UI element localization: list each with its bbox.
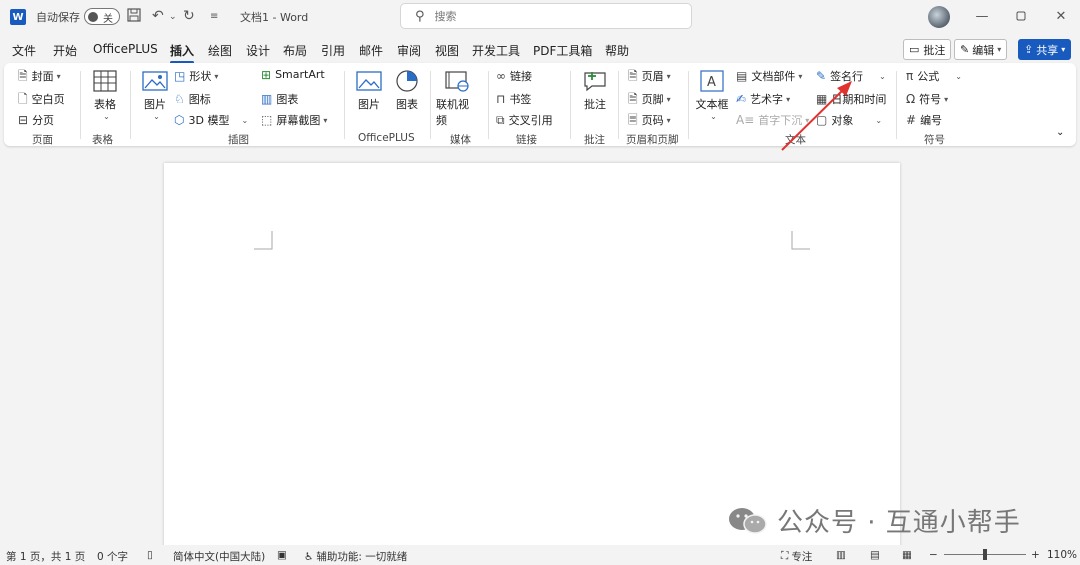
zoom-out-icon[interactable]: − — [929, 549, 938, 561]
zoom-level[interactable]: 110% — [1047, 549, 1077, 561]
focus-icon: ⛶ — [781, 550, 789, 562]
print-layout-icon[interactable]: ▤ — [870, 549, 880, 561]
prediction-icon[interactable]: ▣ — [277, 549, 287, 561]
focus-mode-button[interactable]: ⛶ 专注 — [781, 549, 812, 564]
word-count[interactable]: 0 个字 — [97, 549, 128, 564]
read-mode-icon[interactable]: ▥ — [836, 549, 846, 561]
accessibility-icon: ♿ — [304, 550, 314, 563]
status-bar: 第 1 页，共 1 页 0 个字 ▯ 简体中文(中国大陆) ▣ ♿ 辅助功能: 一… — [0, 545, 1080, 565]
annotation-arrow — [781, 81, 852, 151]
accessibility-status[interactable]: ♿ 辅助功能: 一切就绪 — [304, 549, 407, 564]
language-status[interactable]: 简体中文(中国大陆) — [173, 549, 265, 564]
zoom-slider-thumb[interactable] — [983, 549, 987, 560]
zoom-in-icon[interactable]: + — [1031, 549, 1040, 561]
page-count[interactable]: 第 1 页，共 1 页 — [6, 549, 85, 564]
web-layout-icon[interactable]: ▦ — [902, 549, 912, 561]
proofing-icon[interactable]: ▯ — [147, 549, 153, 561]
